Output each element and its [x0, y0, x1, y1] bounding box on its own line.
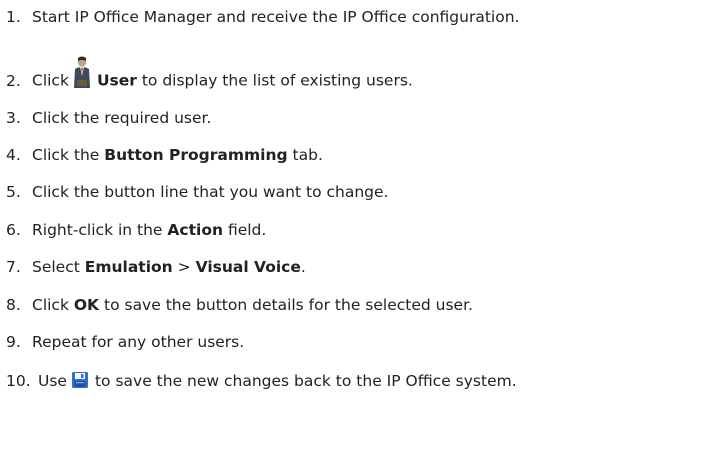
step-number: 7.	[6, 258, 21, 276]
step-7: 7. Select Emulation > Visual Voice.	[6, 257, 306, 277]
save-disk-icon	[71, 371, 89, 389]
step-text-pre: Right-click in the	[32, 221, 163, 239]
step-number: 3.	[6, 109, 21, 127]
step-number: 4.	[6, 146, 21, 164]
step-number: 9.	[6, 333, 21, 351]
step-number: 6.	[6, 221, 21, 239]
step-6: 6. Right-click in the Action field.	[6, 220, 266, 240]
step-number: 1.	[6, 8, 21, 26]
step-text-post: to save the new changes back to the IP O…	[94, 372, 517, 390]
step-number: 2.	[6, 71, 21, 90]
step-5: 5. Click the button line that you want to…	[6, 182, 388, 202]
step-text-post: to display the list of existing users.	[141, 71, 413, 90]
step-text: Start IP Office Manager and receive the …	[32, 8, 520, 26]
step-text: Repeat for any other users.	[32, 333, 245, 351]
step-bold: Button Programming	[104, 146, 288, 164]
step-9: 9. Repeat for any other users.	[6, 332, 244, 352]
step-bold-menu: Emulation	[84, 258, 173, 276]
step-text-post: tab.	[292, 146, 323, 164]
step-text-pre: Use	[38, 372, 67, 390]
step-text-pre: Click	[32, 296, 69, 314]
step-text-post: .	[300, 258, 306, 276]
step-text: Click the button line that you want to c…	[32, 183, 389, 201]
step-number: 8.	[6, 296, 21, 314]
step-8: 8. Click OK to save the button details fo…	[6, 295, 473, 315]
step-text-pre: Click	[32, 71, 69, 90]
step-4: 4. Click the Button Programming tab.	[6, 145, 323, 165]
step-10: 10. Use to save the new changes back to t…	[6, 371, 517, 391]
step-separator: >	[177, 258, 191, 276]
step-3: 3. Click the required user.	[6, 108, 211, 128]
step-bold: OK	[73, 296, 100, 314]
step-bold: Action	[167, 221, 223, 239]
user-icon	[73, 56, 91, 90]
step-bold: User	[96, 71, 137, 90]
step-number: 5.	[6, 183, 21, 201]
step-text: Click the required user.	[32, 109, 212, 127]
step-1: 1. Start IP Office Manager and receive th…	[6, 7, 519, 27]
step-2: 2. Click User to display the list of exis…	[6, 56, 413, 98]
step-number: 10.	[6, 372, 31, 390]
step-text-post: to save the button details for the selec…	[104, 296, 473, 314]
step-text-pre: Click the	[32, 146, 100, 164]
step-text-post: field.	[227, 221, 267, 239]
step-text-pre: Select	[32, 258, 80, 276]
step-bold-submenu: Visual Voice	[195, 258, 301, 276]
